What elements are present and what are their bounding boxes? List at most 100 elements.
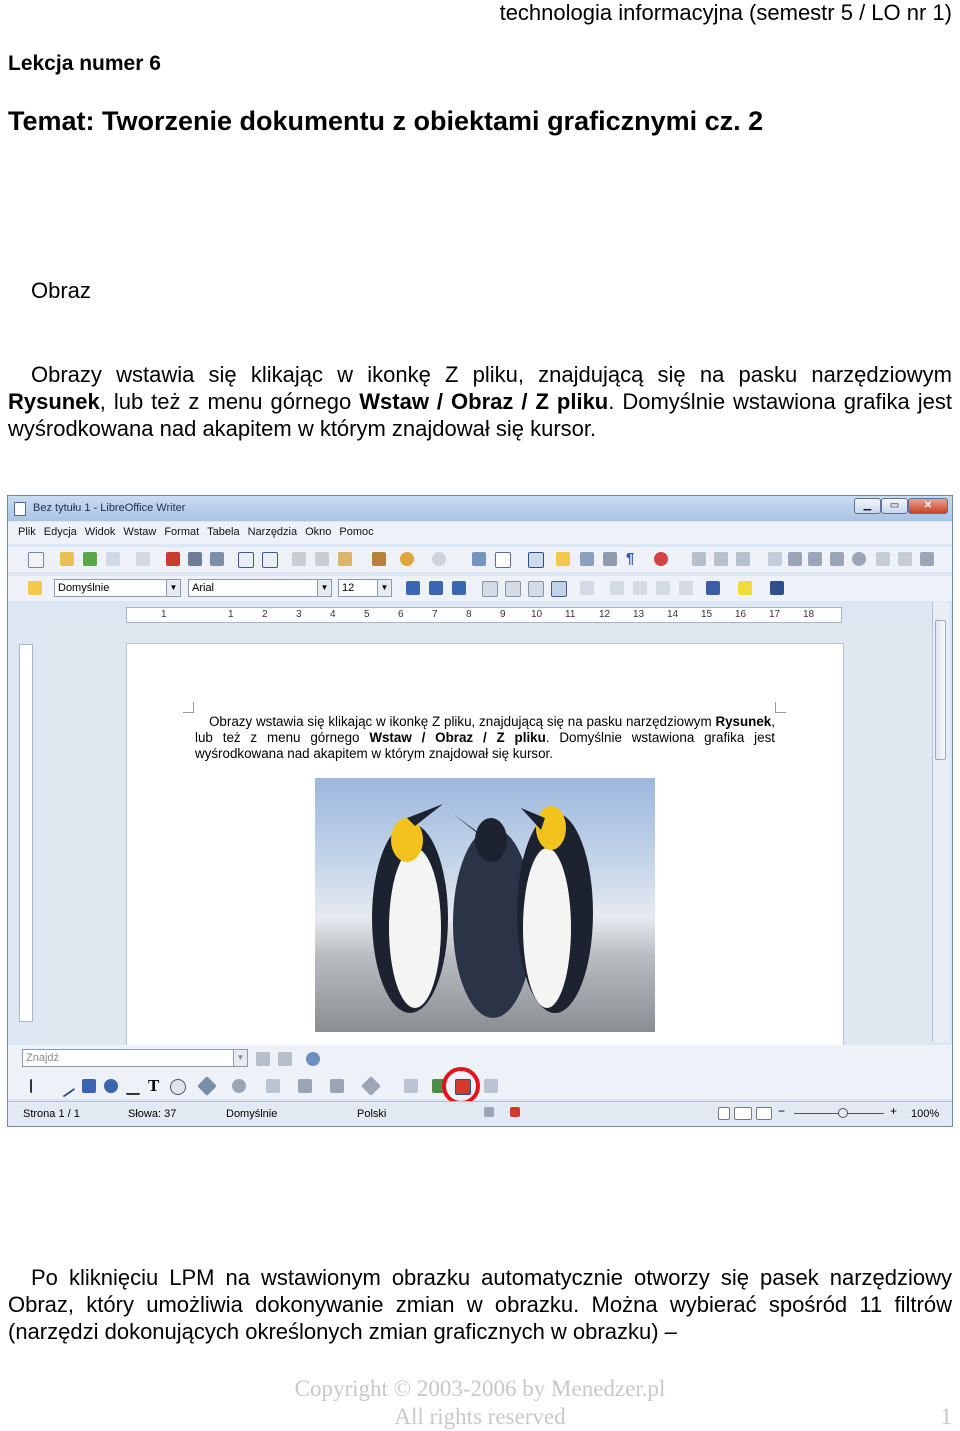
vertical-scrollbar[interactable] <box>932 602 949 1042</box>
menu-edycja[interactable]: Edycja <box>40 522 81 538</box>
single-page-view-icon[interactable] <box>718 1107 730 1120</box>
menu-format[interactable]: Format <box>160 522 203 538</box>
bullets-icon[interactable] <box>633 581 647 595</box>
copy-icon[interactable] <box>315 552 329 566</box>
find-previous-icon[interactable] <box>278 1052 292 1066</box>
curve-icon[interactable] <box>126 1079 140 1095</box>
save-icon[interactable] <box>83 552 97 566</box>
line-spacing-icon[interactable] <box>580 581 594 595</box>
menu-widok[interactable]: Widok <box>81 522 120 538</box>
callouts-icon[interactable] <box>330 1079 344 1093</box>
draw-icon-3[interactable] <box>736 552 750 566</box>
align-center-icon[interactable] <box>505 581 521 597</box>
zoom-slider-thumb[interactable] <box>838 1108 848 1118</box>
font-color-icon[interactable] <box>706 581 720 595</box>
draw-icon-8[interactable] <box>852 552 866 566</box>
new-document-icon[interactable] <box>28 552 44 568</box>
print-preview-icon[interactable] <box>210 552 224 566</box>
navigator-icon[interactable] <box>556 552 570 566</box>
rectangle-icon[interactable] <box>82 1079 96 1093</box>
autospellcheck-icon[interactable] <box>262 552 278 568</box>
draw-icon-10[interactable] <box>898 552 912 566</box>
stars-icon[interactable] <box>361 1076 381 1096</box>
draw-icon-2[interactable] <box>714 552 728 566</box>
paste-icon[interactable] <box>338 552 352 566</box>
styles-icon[interactable] <box>28 581 42 595</box>
cut-icon[interactable] <box>292 552 306 566</box>
menu-wstaw[interactable]: Wstaw <box>119 522 160 538</box>
draw-icon-1[interactable] <box>692 552 706 566</box>
email-icon[interactable] <box>106 552 120 566</box>
symbol-shapes-icon[interactable] <box>232 1079 246 1093</box>
edit-mode-icon[interactable] <box>136 552 150 566</box>
spellcheck-icon[interactable] <box>238 552 254 568</box>
formatting-marks-icon[interactable]: ¶ <box>626 551 640 566</box>
flowchart-icon[interactable] <box>298 1079 312 1093</box>
vertical-ruler[interactable] <box>19 644 33 1022</box>
zoom-out-icon[interactable]: − <box>778 1104 785 1118</box>
book-view-icon[interactable] <box>756 1107 772 1120</box>
align-left-icon[interactable] <box>482 581 498 597</box>
draw-icon-6[interactable] <box>808 552 822 566</box>
status-zoom[interactable]: 100% <box>911 1108 939 1120</box>
data-sources-icon[interactable] <box>603 552 617 566</box>
basic-shapes-icon[interactable] <box>197 1076 217 1096</box>
maximize-button[interactable]: ▭ <box>881 498 908 514</box>
redo-icon[interactable] <box>432 552 446 566</box>
penguins-image[interactable] <box>315 778 655 1032</box>
undo-icon[interactable] <box>400 552 414 566</box>
document-page[interactable]: Obrazy wstawia się klikając w ikonkę Z p… <box>126 643 844 1063</box>
menu-narzedzia[interactable]: Narzędzia <box>244 522 302 538</box>
background-color-icon[interactable] <box>770 581 784 595</box>
draw-icon-7[interactable] <box>830 552 844 566</box>
scrollbar-thumb[interactable] <box>935 620 946 760</box>
print-icon[interactable] <box>188 552 202 566</box>
font-name-select[interactable]: Arial ▼ <box>188 579 332 597</box>
ellipse-icon[interactable] <box>104 1079 118 1093</box>
highlighting-icon[interactable] <box>738 581 752 595</box>
find-input[interactable]: Znajdź ▼ <box>22 1049 248 1067</box>
find-next-icon[interactable] <box>256 1052 270 1066</box>
clone-format-icon[interactable] <box>372 552 386 566</box>
italic-icon[interactable] <box>429 581 443 595</box>
callout-icon[interactable] <box>170 1079 186 1095</box>
menu-plik[interactable]: Plik <box>14 522 40 538</box>
numbering-icon[interactable] <box>610 581 624 595</box>
multi-page-view-icon[interactable] <box>734 1107 752 1120</box>
close-button[interactable]: ✕ <box>908 498 948 514</box>
insert-mode-icon[interactable] <box>484 1107 494 1117</box>
draw-icon-4[interactable] <box>768 552 782 566</box>
minimize-button[interactable]: ▁ <box>854 498 881 514</box>
line-icon[interactable] <box>54 1076 76 1098</box>
text-icon[interactable]: T <box>148 1076 162 1095</box>
show-draw-functions-icon[interactable] <box>528 552 544 568</box>
underline-icon[interactable] <box>452 581 466 595</box>
menu-tabela[interactable]: Tabela <box>203 522 243 538</box>
draw-icon-9[interactable] <box>876 552 890 566</box>
find-replace-icon[interactable] <box>306 1052 320 1066</box>
justify-icon[interactable] <box>551 581 567 597</box>
horizontal-ruler[interactable]: 1 1 2 3 4 5 6 7 8 9 10 11 12 13 14 15 16… <box>126 607 842 623</box>
hyperlink-icon[interactable] <box>472 552 486 566</box>
export-pdf-icon[interactable] <box>166 552 180 566</box>
font-size-select[interactable]: 12 ▼ <box>338 579 392 597</box>
bold-icon[interactable] <box>406 581 420 595</box>
zoom-in-icon[interactable]: + <box>890 1104 897 1118</box>
align-right-icon[interactable] <box>528 581 544 597</box>
decrease-indent-icon[interactable] <box>656 581 670 595</box>
draw-icon-11[interactable] <box>920 552 934 566</box>
document-area[interactable]: Obrazy wstawia się klikając w ikonkę Z p… <box>34 625 932 1063</box>
increase-indent-icon[interactable] <box>679 581 693 595</box>
extrusion-icon[interactable] <box>484 1079 498 1093</box>
gallery-icon[interactable] <box>580 552 594 566</box>
open-icon[interactable] <box>60 552 74 566</box>
table-icon[interactable] <box>495 552 511 568</box>
menu-pomoc[interactable]: Pomoc <box>335 522 377 538</box>
help-icon[interactable] <box>654 552 668 566</box>
points-icon[interactable] <box>404 1079 418 1093</box>
paragraph-style-select[interactable]: Domyślnie ▼ <box>54 579 181 597</box>
menu-okno[interactable]: Okno <box>301 522 335 538</box>
draw-icon-5[interactable] <box>788 552 802 566</box>
select-arrow-icon[interactable] <box>30 1079 46 1093</box>
block-arrows-icon[interactable] <box>266 1079 280 1093</box>
